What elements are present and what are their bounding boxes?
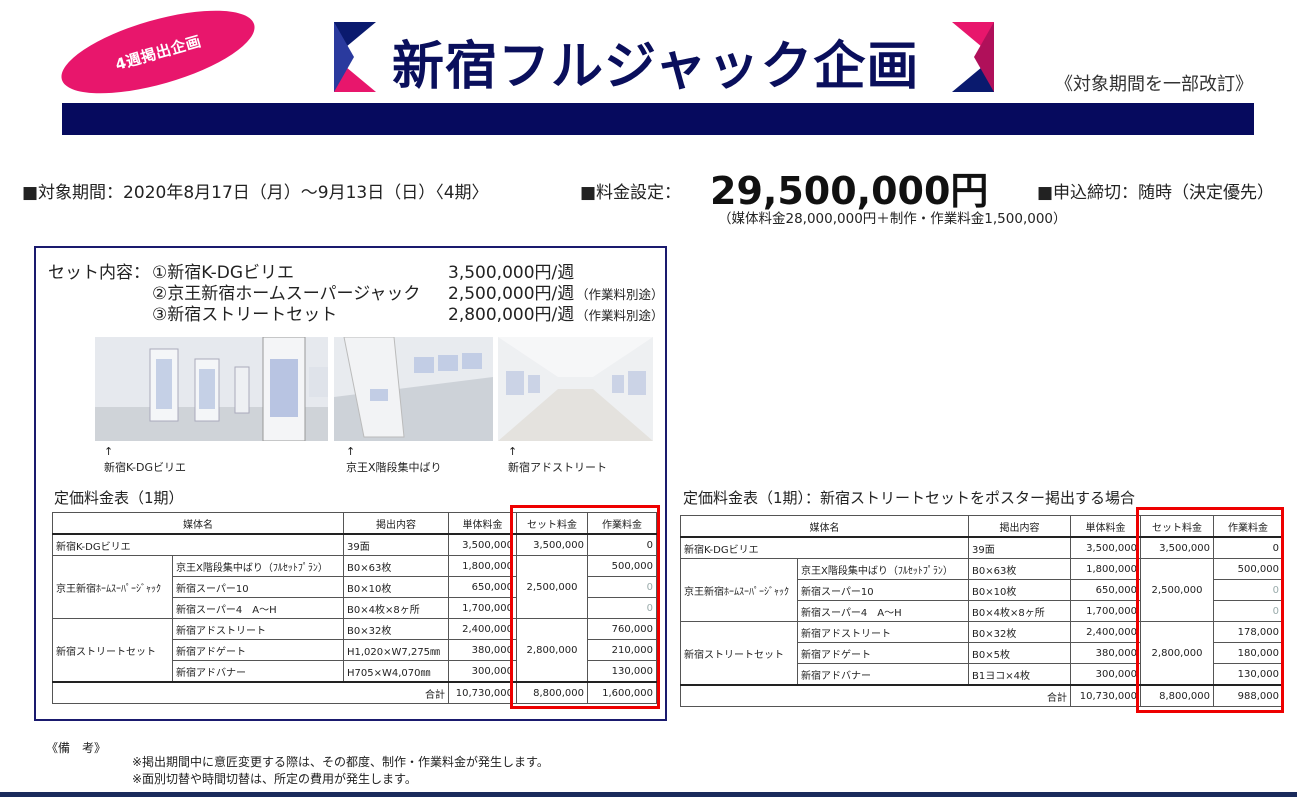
header-bar — [62, 103, 1254, 135]
remark-line: ※掲出期間中に意匠変更する際は、その都度、制作・作業料金が発生します。 — [132, 755, 549, 769]
set-item-name: ③新宿ストリートセット — [152, 305, 338, 325]
cell-content: B0×63枚 — [343, 555, 449, 577]
cell-media: 新宿アドゲート — [797, 642, 969, 664]
col-header-unit: 単体料金 — [448, 512, 517, 535]
deadline: ■申込締切：随時（決定優先） — [1037, 183, 1275, 203]
photo-caption: 新宿K-DGビリエ — [104, 461, 187, 474]
arrow-icon: ↑ — [508, 445, 518, 458]
cell-content: B0×63枚 — [968, 558, 1071, 580]
revision-note: 《対象期間を一部改訂》 — [1055, 74, 1253, 95]
cell-content: B0×32枚 — [968, 621, 1071, 643]
cell-content: 39面 — [968, 536, 1071, 559]
media-group: 京王新宿ﾎｰﾑｽｰﾊﾟｰｼﾞｬｯｸ — [52, 555, 173, 619]
total-label: 合計 — [680, 684, 1071, 707]
cell-media: 新宿アドゲート — [172, 639, 344, 661]
cell-unit: 2,400,000 — [1070, 621, 1141, 643]
cell-unit: 300,000 — [1070, 663, 1141, 686]
col-header-content: 掲出内容 — [343, 512, 449, 535]
col-header-media: 媒体名 — [680, 515, 969, 538]
footer-bar — [0, 792, 1297, 797]
cell-media: 新宿スーパー4 A～H — [797, 600, 969, 622]
media-group: 新宿K-DGビリエ — [680, 536, 969, 559]
cell-unit: 380,000 — [1070, 642, 1141, 664]
cell-media: 新宿アドバナー — [172, 660, 344, 683]
cell-content: B0×5枚 — [968, 642, 1071, 664]
col-header-content: 掲出内容 — [968, 515, 1071, 538]
cell-content: H1,020×W7,275㎜ — [343, 639, 449, 661]
set-label: セット内容： — [48, 263, 150, 283]
cell-media: 京王X階段集中ばり（ﾌﾙｾｯﾄﾌﾟﾗﾝ） — [797, 558, 969, 580]
total-unit: 10,730,000 — [1070, 684, 1141, 707]
media-group: 新宿ストリートセット — [680, 621, 798, 686]
cell-content: B0×10枚 — [343, 576, 449, 598]
cell-media: 新宿スーパー10 — [797, 579, 969, 601]
cell-unit: 300,000 — [448, 660, 517, 683]
campaign-badge: 4週掲出企画 — [53, 0, 263, 111]
photo-caption: 京王X階段集中ばり — [346, 461, 442, 474]
price-label: ■料金設定： — [580, 183, 682, 203]
remark-line: ※面別切替や時間切替は、所定の費用が発生します。 — [132, 772, 417, 786]
set-item-note: （作業料別途） — [576, 308, 664, 323]
highlight-box — [510, 505, 660, 709]
cell-unit: 1,800,000 — [448, 555, 517, 577]
remarks-title: 《備 考》 — [46, 741, 107, 755]
col-header-unit: 単体料金 — [1070, 515, 1141, 538]
cell-unit: 650,000 — [448, 576, 517, 598]
cell-media: 京王X階段集中ばり（ﾌﾙｾｯﾄﾌﾟﾗﾝ） — [172, 555, 344, 577]
cell-unit: 1,700,000 — [1070, 600, 1141, 622]
price-breakdown: （媒体料金28,000,000円＋制作・作業料金1,500,000） — [718, 211, 1067, 227]
cell-unit: 380,000 — [448, 639, 517, 661]
right-chevron-icon — [952, 22, 994, 92]
cell-content: B0×10枚 — [968, 579, 1071, 601]
cell-media: 新宿アドストリート — [172, 618, 344, 640]
cell-content: H705×W4,070㎜ — [343, 660, 449, 683]
cell-unit: 3,500,000 — [448, 533, 517, 556]
photo-kdg-billie — [95, 337, 328, 441]
cell-unit: 650,000 — [1070, 579, 1141, 601]
target-period: ■対象期間：2020年8月17日（月）～9月13日（日）〈4期〉 — [22, 183, 489, 203]
cell-unit: 2,400,000 — [448, 618, 517, 640]
highlight-box — [1136, 507, 1284, 713]
set-item-price: 2,800,000円/週 — [448, 305, 575, 325]
col-header-media: 媒体名 — [52, 512, 344, 535]
badge-label: 4週掲出企画 — [113, 31, 204, 74]
cell-media: 新宿スーパー4 A～H — [172, 597, 344, 619]
media-group: 新宿ストリートセット — [52, 618, 173, 683]
photo-caption: 新宿アドストリート — [508, 461, 607, 474]
media-group: 京王新宿ﾎｰﾑｽｰﾊﾟｰｼﾞｬｯｸ — [680, 558, 798, 622]
arrow-icon: ↑ — [346, 445, 356, 458]
cell-media: 新宿アドバナー — [797, 663, 969, 686]
cell-unit: 3,500,000 — [1070, 536, 1141, 559]
arrow-icon: ↑ — [104, 445, 114, 458]
cell-content: B1ヨコ×4枚 — [968, 663, 1071, 686]
cell-media: 新宿スーパー10 — [172, 576, 344, 598]
set-item-note: （作業料別途） — [576, 287, 664, 302]
cell-content: B0×4枚×8ヶ所 — [968, 600, 1071, 622]
total-label: 合計 — [52, 681, 449, 704]
cell-content: B0×32枚 — [343, 618, 449, 640]
cell-unit: 1,800,000 — [1070, 558, 1141, 580]
page-title: 新宿フルジャック企画 — [392, 37, 920, 97]
total-unit: 10,730,000 — [448, 681, 517, 704]
cell-unit: 1,700,000 — [448, 597, 517, 619]
photo-keio-stairs — [334, 337, 493, 441]
left-chevron-icon — [334, 22, 376, 92]
cell-content: B0×4枚×8ヶ所 — [343, 597, 449, 619]
cell-content: 39面 — [343, 533, 449, 556]
price-table-title: 定価料金表（1期） — [54, 489, 184, 507]
price-table-title: 定価料金表（1期）：新宿ストリートセットをポスター掲出する場合 — [683, 489, 1136, 507]
media-group: 新宿K-DGビリエ — [52, 533, 344, 556]
photo-ad-street — [498, 337, 653, 441]
cell-media: 新宿アドストリート — [797, 621, 969, 643]
